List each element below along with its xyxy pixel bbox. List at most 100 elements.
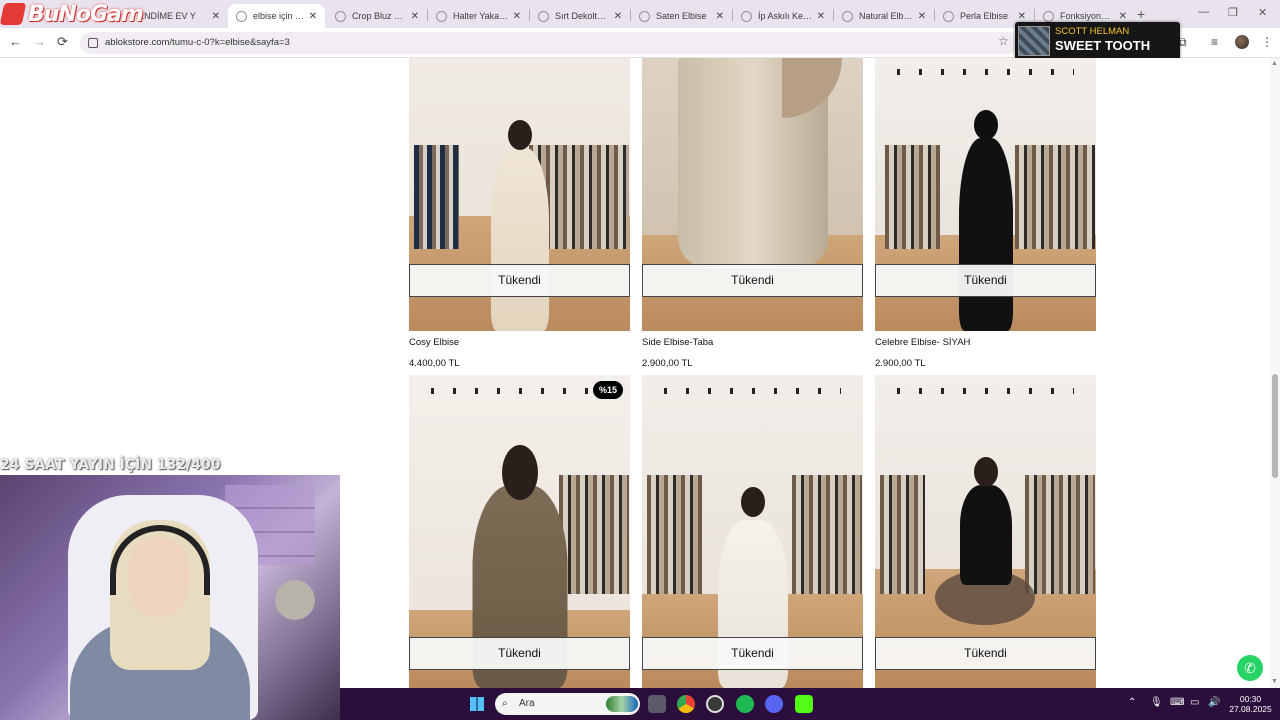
tab[interactable]: Natural Elbise ✕	[834, 4, 934, 28]
tab-active[interactable]: elbise için aran ✕	[228, 4, 325, 28]
back-button[interactable]: ←	[9, 34, 22, 49]
tab-label: Saten Elbise	[656, 11, 707, 21]
product-card[interactable]: %15 Tükendi	[409, 375, 630, 688]
scrollbar-thumb[interactable]	[1272, 374, 1278, 478]
whatsapp-icon: ✆	[1244, 660, 1256, 676]
sold-out-label: Tükendi	[642, 264, 863, 297]
taskbar-search-placeholder: Ara	[519, 698, 535, 709]
spotify-icon[interactable]	[736, 695, 754, 713]
scroll-up-icon[interactable]: ▲	[1271, 60, 1278, 67]
product-image[interactable]: Tükendi	[875, 375, 1096, 688]
tab-label: Fonksiyonel İp	[1060, 11, 1115, 21]
site-info-icon[interactable]	[88, 38, 98, 48]
scroll-down-icon[interactable]: ▼	[1271, 678, 1278, 685]
product-price: 2.900,00 TL	[875, 358, 926, 369]
webcam-overlay	[0, 475, 340, 720]
search-icon: ⌕	[502, 698, 508, 709]
close-icon[interactable]: ✕	[309, 11, 317, 22]
product-name[interactable]: Cosy Elbise	[409, 337, 630, 348]
product-image[interactable]: Tükendi	[642, 58, 863, 331]
clock-time: 00:30	[1239, 694, 1262, 704]
minimize-button[interactable]: —	[1198, 6, 1209, 18]
product-name[interactable]: Celebre Elbise- SİYAH	[875, 337, 1096, 348]
album-art	[1018, 26, 1050, 56]
microphone-icon[interactable]: 🎙	[1150, 697, 1163, 708]
product-image[interactable]: Tükendi	[875, 58, 1096, 331]
bookmark-star-icon[interactable]: ☆	[998, 34, 1009, 48]
now-playing-overlay: SCOTT HELMAN SWEET TOOTH	[1015, 22, 1180, 60]
product-image[interactable]: Tükendi	[409, 58, 630, 331]
tab-label: Crop Bluz Haki	[352, 11, 407, 21]
chrome-icon[interactable]	[677, 695, 695, 713]
volume-icon[interactable]: 🔊	[1208, 697, 1220, 708]
media-control-icon[interactable]: ≡	[1211, 35, 1218, 49]
reload-button[interactable]: ⟳	[57, 34, 68, 50]
obs-icon[interactable]	[706, 695, 724, 713]
product-image[interactable]: %15 Tükendi	[409, 375, 630, 688]
close-icon[interactable]: ✕	[1119, 11, 1127, 22]
tray-expand-icon[interactable]: ⌃	[1128, 697, 1136, 708]
window-close-button[interactable]: ✕	[1258, 6, 1267, 19]
close-icon[interactable]: ✕	[918, 11, 926, 22]
stream-goal-text: 24 SAAT YAYIN İÇİN 132/400	[0, 457, 221, 473]
globe-icon	[436, 10, 447, 22]
kick-icon[interactable]	[795, 695, 813, 713]
product-card[interactable]: Tükendi	[875, 375, 1096, 688]
search-highlight-icon	[606, 696, 638, 712]
logo-text: BuNoGam	[28, 1, 144, 27]
tab[interactable]: Crop Bluz Haki ✕	[327, 4, 427, 28]
clock[interactable]: 00:30 27.08.2025	[1228, 694, 1273, 714]
globe-icon	[943, 10, 954, 22]
sold-out-label: Tükendi	[409, 264, 630, 297]
close-icon[interactable]: ✕	[716, 11, 724, 22]
tab[interactable]: Sırt Dekolteli İp ✕	[530, 4, 630, 28]
tab[interactable]: Halter Yakalı D ✕	[428, 4, 529, 28]
profile-avatar[interactable]	[1235, 35, 1249, 49]
windows-start-icon[interactable]	[470, 697, 484, 711]
address-bar[interactable]: ablokstore.com/tumu-c-0?k=elbise&sayfa=3	[80, 32, 1020, 54]
restore-button[interactable]: ❐	[1228, 6, 1238, 19]
close-icon[interactable]: ✕	[212, 11, 220, 22]
tab[interactable]: İp Askılı Keten ✕	[733, 4, 833, 28]
product-image[interactable]: Tükendi	[642, 375, 863, 688]
globe-icon	[639, 10, 650, 22]
product-name[interactable]: Side Elbise-Taba	[642, 337, 863, 348]
sold-out-label: Tükendi	[875, 264, 1096, 297]
product-card[interactable]: Tükendi Side Elbise-Taba 2.900,00 TL	[642, 58, 863, 369]
task-view-icon[interactable]	[648, 695, 666, 713]
sold-out-label: Tükendi	[875, 637, 1096, 670]
forward-button[interactable]: →	[33, 34, 46, 49]
discord-icon[interactable]	[765, 695, 783, 713]
tab-label: Natural Elbise	[859, 11, 914, 21]
tab[interactable]: Saten Elbise ✕	[631, 4, 732, 28]
tab-label: Perla Elbise	[960, 11, 1009, 21]
network-icon[interactable]: ▭	[1190, 697, 1199, 708]
tab-label: Halter Yakalı D	[453, 11, 509, 21]
globe-icon	[236, 10, 247, 22]
product-card[interactable]: Tükendi Cosy Elbise 4.400,00 TL	[409, 58, 630, 369]
new-tab-button[interactable]: +	[1137, 6, 1145, 22]
close-icon[interactable]: ✕	[1018, 11, 1026, 22]
close-icon[interactable]: ✕	[817, 11, 825, 22]
product-price: 4.400,00 TL	[409, 358, 460, 369]
tab-label: İp Askılı Keten	[758, 11, 813, 21]
close-icon[interactable]: ✕	[614, 11, 622, 22]
globe-icon	[335, 10, 346, 22]
page-scrollbar[interactable]: ▲ ▼	[1270, 58, 1280, 688]
taskbar-search[interactable]: ⌕ Ara	[495, 693, 640, 715]
stream-logo: BuNoGam	[0, 1, 144, 27]
globe-icon	[842, 10, 853, 22]
sold-out-label: Tükendi	[409, 637, 630, 670]
logo-mark-icon	[0, 3, 27, 25]
product-card[interactable]: Tükendi Celebre Elbise- SİYAH 2.900,00 T…	[875, 58, 1096, 369]
globe-icon	[1043, 10, 1054, 22]
menu-icon[interactable]: ⋮	[1261, 35, 1273, 49]
close-icon[interactable]: ✕	[513, 11, 521, 22]
globe-icon	[538, 10, 549, 22]
taskbar: ⌕ Ara ⌃ 🎙 ⌨ ▭ 🔊 00:30 27.08.2025	[340, 688, 1280, 720]
keyboard-icon[interactable]: ⌨	[1170, 697, 1184, 708]
product-card[interactable]: Tükendi	[642, 375, 863, 688]
close-icon[interactable]: ✕	[411, 11, 419, 22]
whatsapp-button[interactable]: ✆	[1237, 655, 1263, 681]
tab[interactable]: ENDİME EV Y ✕	[130, 4, 228, 28]
